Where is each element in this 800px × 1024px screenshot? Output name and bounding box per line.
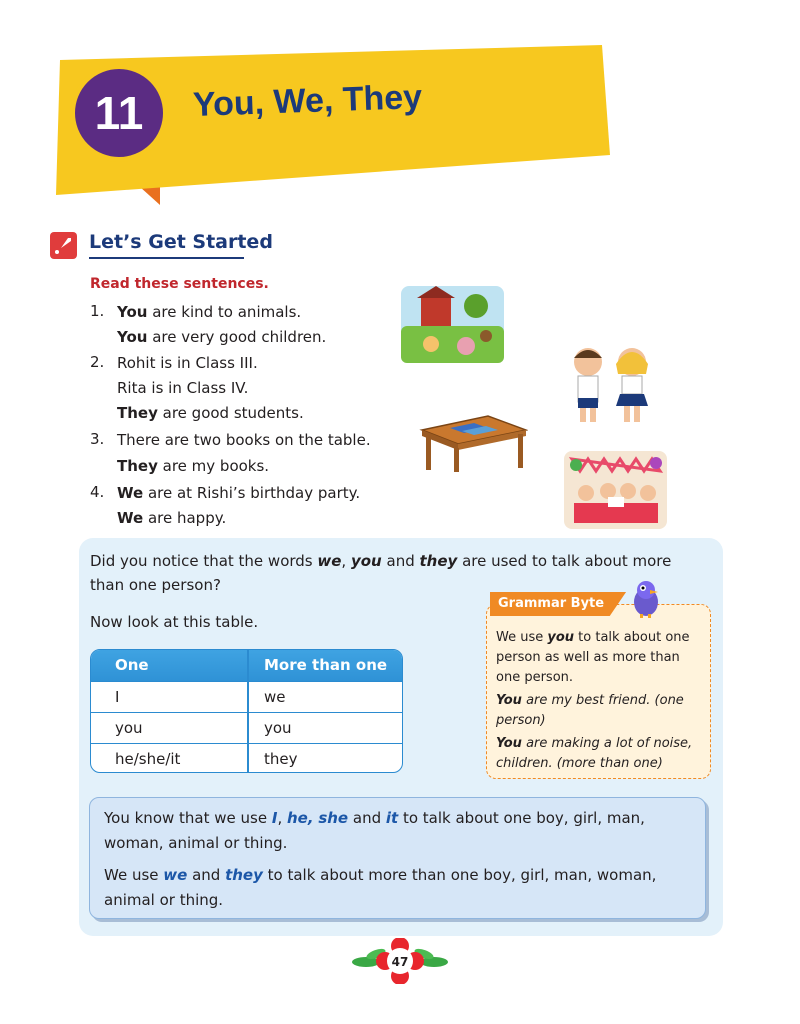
sentence: We are happy. xyxy=(117,509,227,527)
table-with-books-illustration xyxy=(419,415,528,472)
grammar-example: You are my best friend. (one xyxy=(496,693,684,708)
sentence: There are two books on the table. xyxy=(117,431,371,449)
summary-line: woman, animal or thing. xyxy=(104,834,288,852)
children-illustration xyxy=(574,348,648,422)
grammar-rule: one person. xyxy=(496,670,574,685)
table-cell: they xyxy=(264,750,298,768)
birthday-party-illustration xyxy=(564,451,667,529)
item-number: 3. xyxy=(90,430,105,448)
sentence: They are my books. xyxy=(117,457,270,475)
header-more: More than one xyxy=(264,656,388,674)
grammar-rule: person as well as more than xyxy=(496,650,680,665)
exercise-heading: Read these sentences. xyxy=(90,276,269,292)
pronoun-table: One More than one I we you you he/she/it… xyxy=(90,649,403,773)
sentence: You are very good children. xyxy=(117,328,327,346)
page-number: 47 xyxy=(391,955,409,969)
notice-text-line2: than one person? xyxy=(90,576,221,594)
summary-line: animal or thing. xyxy=(104,891,224,909)
column-divider xyxy=(247,650,249,772)
grammar-rule: We use you to talk about one xyxy=(496,630,690,645)
sentence: We are at Rishi’s birthday party. xyxy=(117,484,361,502)
sentence: Rita is in Class IV. xyxy=(117,379,249,397)
section-underline xyxy=(89,257,244,259)
summary-line: We use we and they to talk about more th… xyxy=(104,866,657,884)
chapter-title: You, We, They xyxy=(192,78,423,124)
grammar-example: children. (more than one) xyxy=(496,756,663,771)
table-cell: you xyxy=(264,719,292,737)
grammar-example: You are making a lot of noise, xyxy=(496,736,693,751)
summary-line: You know that we use I, he, she and it t… xyxy=(104,809,645,827)
table-cell: I xyxy=(115,688,120,706)
notice-text: Did you notice that the words we, you an… xyxy=(90,552,672,570)
item-number: 2. xyxy=(90,353,105,371)
grammar-byte-label: Grammar Byte xyxy=(490,592,627,616)
rocket-icon xyxy=(50,232,77,259)
table-cell: we xyxy=(264,688,286,706)
table-cell: you xyxy=(115,719,143,737)
look-at-table-text: Now look at this table. xyxy=(90,613,259,631)
bird-icon xyxy=(634,581,658,618)
table-cell: he/she/it xyxy=(115,750,181,768)
section-title: Let’s Get Started xyxy=(89,231,273,253)
sentence: They are good students. xyxy=(117,404,304,422)
chapter-number: 11 xyxy=(70,64,168,162)
item-number: 4. xyxy=(90,483,105,501)
item-number: 1. xyxy=(90,302,105,320)
grammar-example: person) xyxy=(496,713,546,728)
farm-animals-illustration xyxy=(401,286,504,363)
sentence: You are kind to animals. xyxy=(117,303,302,321)
header-one: One xyxy=(115,656,149,674)
sentence: Rohit is in Class III. xyxy=(117,354,258,372)
